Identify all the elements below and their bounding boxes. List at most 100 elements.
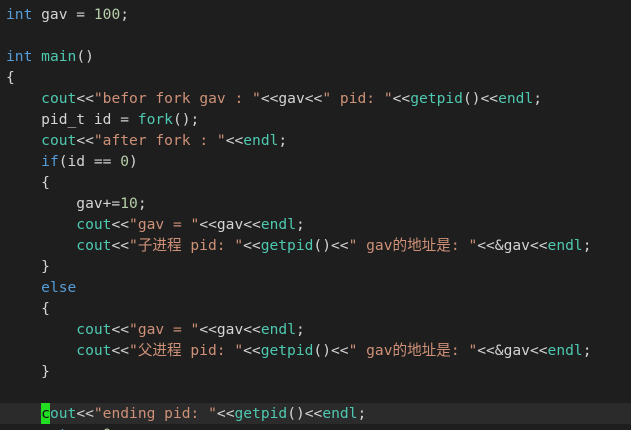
code-token: (); xyxy=(172,111,200,128)
code-token: << xyxy=(76,90,94,107)
code-line[interactable]: cout<<"befor fork gav : "<<gav<<" pid: "… xyxy=(6,88,542,109)
code-token: gav+= xyxy=(6,195,121,212)
code-token: ; xyxy=(533,90,543,107)
code-token: << xyxy=(243,237,261,254)
code-token: cout xyxy=(76,321,112,338)
code-token: "父进程 pid: " xyxy=(129,342,244,359)
code-token: 10 xyxy=(120,195,138,212)
code-token: getpid xyxy=(260,342,314,359)
code-line[interactable]: cout<<"after fork : "<<endl; xyxy=(6,130,287,151)
code-line[interactable]: if(id == 0) xyxy=(6,151,138,172)
code-token: "befor fork gav : " xyxy=(93,90,261,107)
code-token: "ending pid: " xyxy=(93,405,217,422)
code-token: ()<< xyxy=(313,237,349,254)
code-token: cout xyxy=(76,237,112,254)
code-token: endl xyxy=(260,321,296,338)
code-line[interactable]: pid_t id = fork(); xyxy=(6,109,199,130)
code-token: return xyxy=(41,426,94,430)
code-line[interactable]: } xyxy=(6,361,50,382)
code-token: ; xyxy=(137,195,147,212)
code-token: << xyxy=(111,237,130,254)
code-token: << xyxy=(243,342,261,359)
code-token: << xyxy=(216,405,235,422)
code-token: 100 xyxy=(93,6,121,23)
code-token: "gav = " xyxy=(129,216,200,233)
code-line[interactable]: cout<<"gav = "<<gav<<endl; xyxy=(6,319,305,340)
code-token: <<gav<< xyxy=(199,321,261,338)
code-token: << xyxy=(76,405,94,422)
code-token: { xyxy=(6,69,15,86)
code-token: << xyxy=(392,90,411,107)
code-token: endl xyxy=(498,90,534,107)
code-token: if xyxy=(41,153,59,170)
code-token: 0 xyxy=(120,153,130,170)
code-line[interactable]: { xyxy=(6,172,50,193)
code-line[interactable]: { xyxy=(6,67,15,88)
code-token: ; xyxy=(278,132,288,149)
code-token: ; xyxy=(582,342,592,359)
code-line[interactable]: cout<<"子进程 pid: "<<getpid()<<" gav的地址是: … xyxy=(6,235,591,256)
code-token: ; xyxy=(296,321,305,338)
code-token: ()<< xyxy=(462,90,499,107)
code-token: main xyxy=(41,48,77,65)
code-line[interactable]: { xyxy=(6,298,50,319)
code-token: ; xyxy=(120,6,130,23)
code-token: { xyxy=(6,174,50,191)
code-line[interactable]: cout<<"父进程 pid: "<<getpid()<<" gav的地址是: … xyxy=(6,340,591,361)
code-line[interactable]: else xyxy=(6,277,76,298)
code-token: endl xyxy=(260,216,296,233)
code-token: << xyxy=(225,132,244,149)
code-line[interactable]: int main() xyxy=(6,46,94,67)
code-token: "gav = " xyxy=(129,321,200,338)
code-token: ; xyxy=(357,405,367,422)
code-line[interactable]: cout<<"ending pid: "<<getpid()<<endl; xyxy=(6,403,366,424)
code-token: } xyxy=(6,363,50,380)
code-token: ; xyxy=(111,426,120,430)
code-token: { xyxy=(6,300,50,317)
code-token: <<&gav<< xyxy=(477,342,548,359)
code-token: int xyxy=(6,48,33,65)
code-token: gav = xyxy=(32,6,94,23)
code-token: ; xyxy=(296,216,305,233)
code-token: pid_t id = xyxy=(6,111,138,128)
text-cursor: c xyxy=(41,403,50,424)
code-token: endl xyxy=(547,342,583,359)
code-token: << xyxy=(111,216,130,233)
code-token: () xyxy=(76,48,94,65)
code-token: "子进程 pid: " xyxy=(129,237,244,254)
code-token: cout xyxy=(41,90,77,107)
code-line[interactable]: gav+=10; xyxy=(6,193,147,214)
code-token: cout xyxy=(76,342,112,359)
code-token: ; xyxy=(582,237,592,254)
code-token: getpid xyxy=(260,237,314,254)
code-token: <<gav<< xyxy=(260,90,323,107)
code-token: <<gav<< xyxy=(199,216,261,233)
code-token: endl xyxy=(243,132,279,149)
code-line[interactable]: int gav = 100; xyxy=(6,4,129,25)
code-token: endl xyxy=(322,405,358,422)
code-token: ()<< xyxy=(313,342,349,359)
code-token: getpid xyxy=(234,405,288,422)
code-token: " gav的地址是: " xyxy=(348,237,478,254)
code-editor[interactable]: int gav = 100; int main(){ cout<<"befor f… xyxy=(0,0,631,430)
code-token: " gav的地址是: " xyxy=(348,342,478,359)
code-token: cout xyxy=(41,132,77,149)
code-line[interactable]: cout<<"gav = "<<gav<<endl; xyxy=(6,214,305,235)
code-line[interactable]: return 0; xyxy=(6,424,120,430)
code-token: else xyxy=(41,279,77,296)
code-token: ) xyxy=(129,153,138,170)
code-line[interactable]: } xyxy=(6,256,50,277)
code-token: fork xyxy=(137,111,173,128)
code-token: out xyxy=(49,405,77,422)
code-token: << xyxy=(111,321,130,338)
code-token: <<&gav<< xyxy=(477,237,548,254)
